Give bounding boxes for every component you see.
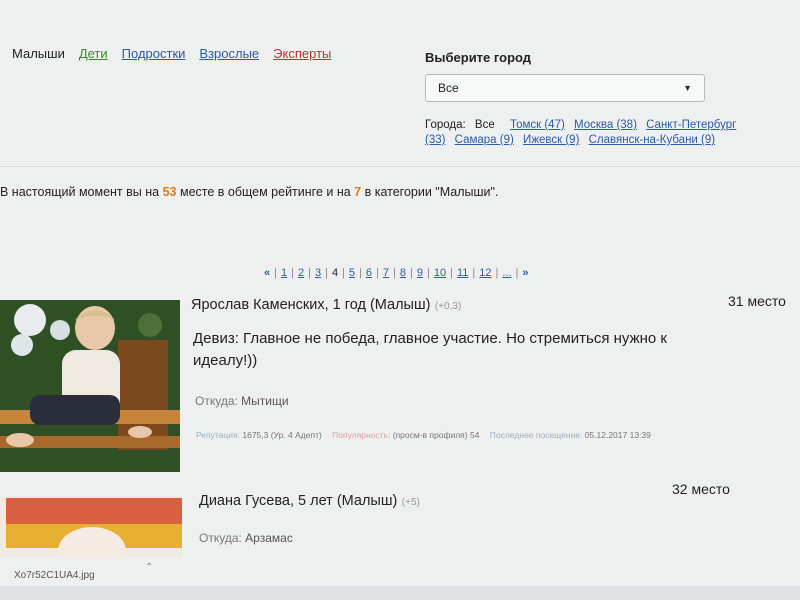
profile-photo[interactable] xyxy=(0,496,182,558)
reputation-value: 1675,3 (Ур. 4 Адепт) xyxy=(242,430,322,440)
city-link-izhevsk[interactable]: Ижевск (9) xyxy=(523,134,579,146)
location-value: Арзамас xyxy=(245,531,293,545)
entry-header: Ярослав Каменских, 1 год (Малыш) (+0,3) xyxy=(191,296,461,314)
city-link-tomsk[interactable]: Томск (47) xyxy=(510,119,565,131)
page-link[interactable]: 12 xyxy=(479,267,491,279)
score-delta: (+5) xyxy=(401,497,420,508)
city-list-label: Города: xyxy=(425,119,466,131)
pagination: « | 1 | 2 | 3 | 4 | 5 | 6 | 7 | 8 | 9 | 10 | 11 | 1… xyxy=(264,267,529,279)
location-value: Мытищи xyxy=(241,394,289,408)
views-value: (просм-в профиля) 54 xyxy=(392,430,480,440)
tab-malyshi[interactable]: Малыши xyxy=(12,46,65,61)
page-link[interactable]: 3 xyxy=(315,267,321,279)
city-select[interactable]: Все ▼ xyxy=(425,74,705,102)
page-link[interactable]: 2 xyxy=(298,267,304,279)
rating-suffix: в категории "Малыши". xyxy=(364,185,499,199)
overall-place: 53 xyxy=(162,185,177,199)
entry-place: 32 место xyxy=(672,481,730,497)
rating-info: В настоящий момент вы на 53 месте в обще… xyxy=(0,185,498,199)
page-link-more[interactable]: ... xyxy=(502,267,511,279)
popularity-label: Популярность: xyxy=(332,430,391,440)
profile-photo[interactable] xyxy=(0,300,180,472)
page-link[interactable]: 1 xyxy=(281,267,287,279)
tab-vzroslye[interactable]: Взрослые xyxy=(199,46,259,61)
page-link[interactable]: 6 xyxy=(366,267,372,279)
taskbar xyxy=(0,586,800,600)
city-all: Все xyxy=(474,119,495,131)
page-link[interactable]: 11 xyxy=(457,267,468,279)
tab-deti[interactable]: Дети xyxy=(79,46,108,61)
entry-place: 31 место xyxy=(728,293,786,309)
entry-stats: Репутация: 1675,3 (Ур. 4 Адепт) Популярн… xyxy=(196,430,756,440)
entry-location: Откуда: Мытищи xyxy=(195,394,289,408)
last-visit-label: Последнее посещение: xyxy=(489,430,583,440)
chevron-up-icon[interactable]: ⌃ xyxy=(145,562,153,573)
entry-motto: Девиз: Главное не победа, главное участи… xyxy=(193,330,667,369)
city-select-value: Все xyxy=(438,81,459,95)
tab-eksperty[interactable]: Эксперты xyxy=(273,46,331,61)
location-label: Откуда: xyxy=(195,394,238,408)
page-link[interactable]: 9 xyxy=(417,267,423,279)
reputation-label: Репутация: xyxy=(196,430,240,440)
city-select-title: Выберите город xyxy=(425,50,532,65)
entry-name[interactable]: Ярослав Каменских, 1 год (Малыш) xyxy=(191,297,430,313)
page-link[interactable]: 10 xyxy=(434,267,446,279)
entry-header: Диана Гусева, 5 лет (Малыш) (+5) xyxy=(199,492,420,510)
download-filename[interactable]: Xo7r52C1UA4.jpg xyxy=(14,570,95,581)
divider xyxy=(0,166,800,167)
location-label: Откуда: xyxy=(199,531,242,545)
first-page-button[interactable]: « xyxy=(264,267,270,279)
city-link-moskva[interactable]: Москва (38) xyxy=(574,119,637,131)
city-link-samara[interactable]: Самара (9) xyxy=(455,134,514,146)
entry-location: Откуда: Арзамас xyxy=(199,531,293,545)
page-link[interactable]: 8 xyxy=(400,267,406,279)
score-delta: (+0,3) xyxy=(434,301,462,312)
last-visit-value: 05.12.2017 13:39 xyxy=(584,430,651,440)
tab-podrostki[interactable]: Подростки xyxy=(122,46,186,61)
rating-middle: месте в общем рейтинге и на xyxy=(179,185,351,199)
page-link[interactable]: 7 xyxy=(383,267,389,279)
chevron-down-icon: ▼ xyxy=(683,83,692,93)
current-page: 4 xyxy=(331,267,339,279)
category-tabs: Малыши Дети Подростки Взрослые Эксперты xyxy=(12,46,331,61)
child-photo-image xyxy=(0,300,180,472)
city-list: Города: Все Томск (47) Москва (38) Санкт… xyxy=(425,118,755,148)
category-place: 7 xyxy=(354,185,362,199)
entry-name[interactable]: Диана Гусева, 5 лет (Малыш) xyxy=(199,493,397,509)
city-link-slavyansk[interactable]: Славянск-на-Кубани (9) xyxy=(589,134,715,146)
profile-image xyxy=(0,496,182,558)
page-link[interactable]: 5 xyxy=(349,267,355,279)
rating-prefix: В настоящий момент вы на xyxy=(0,185,160,199)
next-page-button[interactable]: » xyxy=(522,267,528,279)
